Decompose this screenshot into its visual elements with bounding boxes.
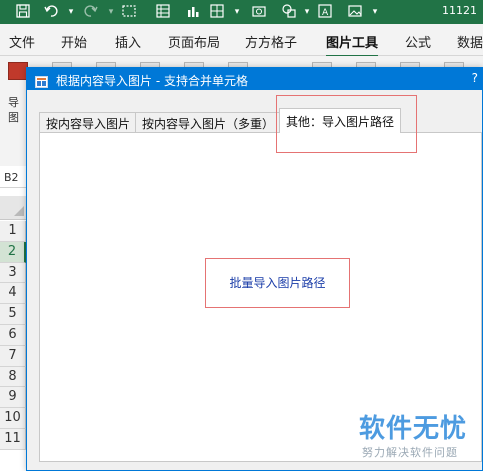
dialog-titlebar[interactable]: 根据内容导入图片 - 支持合并单元格 ? — [27, 68, 482, 90]
watermark: 软件无忧 努力解决软件问题 — [355, 408, 475, 464]
help-button[interactable]: ? — [472, 71, 478, 85]
ribbon-label: 图 — [8, 111, 19, 124]
save-icon[interactable] — [14, 3, 32, 21]
row-header[interactable]: 2 — [0, 241, 26, 263]
image-icon[interactable] — [346, 3, 364, 21]
tab-picture-tools[interactable]: 图片工具 — [326, 32, 379, 57]
ribbon-tabs: 文件 开始 插入 页面布局 方方格子 图片工具 公式 数据 — [0, 24, 483, 57]
row-header[interactable]: 11 — [0, 429, 26, 450]
select-icon[interactable] — [120, 3, 138, 21]
svg-text:A: A — [322, 8, 329, 18]
name-box[interactable]: B2 — [0, 166, 28, 188]
row-header[interactable]: 4 — [0, 283, 26, 305]
redo-icon[interactable] — [82, 3, 100, 21]
image-dropdown-icon[interactable]: ▾ — [366, 3, 384, 21]
chart-icon[interactable] — [184, 3, 202, 21]
watermark-subtitle: 努力解决软件问题 — [362, 446, 458, 459]
quick-access-toolbar: ▾ ▾ ▾ ▾ A ▾ 11121 — [0, 0, 483, 24]
tab-formulas[interactable]: 公式 — [405, 32, 431, 51]
tab-insert[interactable]: 插入 — [115, 32, 141, 51]
dialog-tabstrip: 按内容导入图片 按内容导入图片（多重） 其他：导入图片路径 — [39, 104, 482, 133]
select-all-corner[interactable] — [0, 196, 28, 220]
table-icon[interactable] — [154, 3, 172, 21]
dialog-title: 根据内容导入图片 - 支持合并单元格 — [56, 74, 248, 88]
tab-import-by-content-multi[interactable]: 按内容导入图片（多重） — [135, 112, 282, 132]
row-header[interactable]: 7 — [0, 345, 26, 367]
row-header[interactable]: 1 — [0, 221, 26, 242]
row-header[interactable]: 6 — [0, 325, 26, 346]
shape-dropdown-icon[interactable]: ▾ — [298, 3, 316, 21]
tab-data[interactable]: 数据 — [457, 32, 483, 51]
row-header[interactable]: 10 — [0, 408, 26, 429]
undo-dropdown-icon[interactable]: ▾ — [62, 3, 80, 21]
camera-icon[interactable] — [250, 3, 268, 21]
tab-home[interactable]: 开始 — [61, 32, 87, 51]
app-icon — [35, 73, 48, 88]
watermark-title: 软件无忧 — [359, 414, 468, 444]
redo-dropdown-icon[interactable]: ▾ — [102, 3, 120, 21]
window-title-fragment: 11121 — [442, 4, 477, 17]
tab-fangfang[interactable]: 方方格子 — [245, 32, 297, 51]
row-header[interactable]: 9 — [0, 387, 26, 409]
row-header[interactable]: 8 — [0, 366, 26, 388]
tab-import-by-content[interactable]: 按内容导入图片 — [39, 112, 138, 132]
table-grid-icon[interactable] — [208, 3, 226, 21]
row-header[interactable]: 5 — [0, 304, 26, 325]
text-icon[interactable]: A — [316, 3, 334, 21]
tab-import-image-path[interactable]: 其他：导入图片路径 — [279, 108, 402, 133]
batch-import-path-button[interactable]: 批量导入图片路径 — [205, 258, 350, 308]
undo-icon[interactable] — [42, 3, 60, 21]
row-header[interactable]: 3 — [0, 262, 26, 284]
tab-file[interactable]: 文件 — [9, 32, 35, 51]
shape-icon[interactable] — [280, 3, 298, 21]
dropdown-icon[interactable]: ▾ — [228, 3, 246, 21]
ribbon-app-icon[interactable] — [8, 62, 28, 80]
ribbon-label: 导 — [8, 96, 19, 109]
tab-page-layout[interactable]: 页面布局 — [168, 32, 220, 51]
